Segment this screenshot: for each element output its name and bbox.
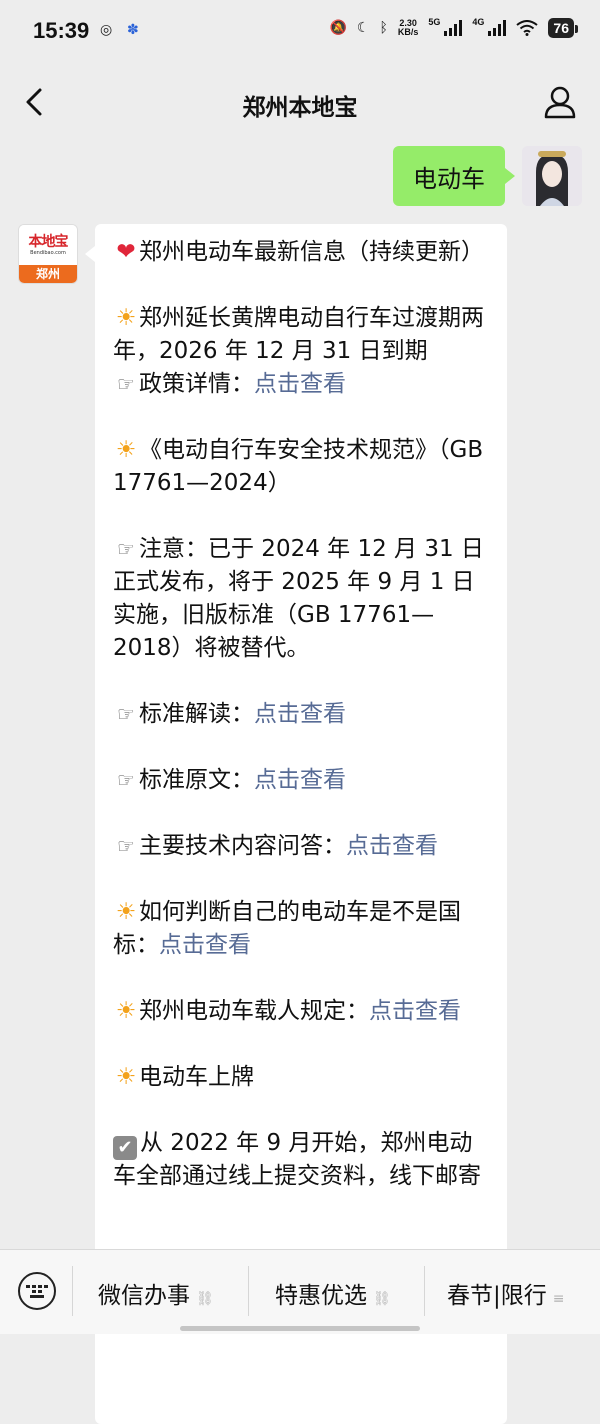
signal-icon-2 — [488, 20, 507, 36]
sun-icon: ☀ — [115, 998, 137, 1024]
status-time: 15:39 — [33, 18, 90, 43]
pointing-hand-icon: ☞ — [117, 537, 135, 561]
bluetooth-icon: ᛒ — [379, 20, 388, 36]
view-link[interactable]: 点击查看 — [159, 932, 251, 958]
bendibao-city: 郑州 — [19, 265, 77, 283]
profile-icon[interactable] — [542, 84, 578, 120]
pointing-hand-icon: ☞ — [117, 834, 135, 858]
bendibao-logo: 本地宝 — [28, 234, 69, 250]
wifi-icon — [516, 20, 539, 36]
network-speed: 2.30 KB/s — [397, 18, 419, 37]
message-para: ☀ 如何判断自己的电动车是不是国标：点击查看 — [113, 896, 493, 962]
pointing-hand-icon: ☞ — [117, 702, 135, 726]
network-gen-4g: 4G — [472, 17, 485, 27]
sun-icon: ☀ — [115, 437, 137, 463]
checkbox-icon: ✔ — [113, 1136, 137, 1160]
home-indicator[interactable] — [180, 1326, 420, 1331]
link-icon: ⛓ — [373, 1291, 391, 1307]
service-menu-bar: 微信办事 ⛓ 特惠优选 ⛓ 春节|限行 ≡ — [0, 1249, 600, 1334]
menu-divider — [248, 1266, 249, 1316]
message-para: ❤ 郑州电动车最新信息（持续更新） — [113, 236, 493, 269]
chat-title: 郑州本地宝 — [242, 95, 358, 121]
sun-icon: ☀ — [115, 899, 137, 925]
menu-item-traffic-restriction[interactable]: 春节|限行 ≡ — [447, 1276, 564, 1310]
view-link[interactable]: 点击查看 — [369, 998, 461, 1024]
message-para: ☀ 郑州电动车载人规定：点击查看 — [113, 995, 493, 1028]
menu-divider — [424, 1266, 425, 1316]
outgoing-message[interactable]: 电动车 — [393, 146, 515, 206]
message-para: ☞ 注意：已于 2024 年 12 月 31 日正式发布，将于 2025 年 9 … — [113, 533, 493, 665]
user-avatar-image — [522, 146, 582, 206]
message-para: ☀ 郑州延长黄牌电动自行车过渡期两年，2026 年 12 月 31 日到期 ☞ 政策详… — [113, 302, 493, 401]
heart-icon: ❤ — [116, 239, 136, 265]
view-link[interactable]: 点击查看 — [254, 371, 346, 397]
network-gen-5g: 5G — [428, 17, 441, 27]
message-para: ☞ 标准解读：点击查看 — [113, 698, 493, 731]
keyboard-icon[interactable] — [18, 1272, 56, 1310]
status-bar: 15:39 ◎ ✽ 🔕 ☾ ᛒ 2.30 KB/s 5G 4G 76 — [0, 0, 600, 64]
view-link[interactable]: 点击查看 — [254, 767, 346, 793]
sync-icon: ◎ — [100, 22, 113, 38]
view-link[interactable]: 点击查看 — [254, 701, 346, 727]
sun-icon: ☀ — [115, 1064, 137, 1090]
message-para: ☞ 标准原文：点击查看 — [113, 764, 493, 797]
user-avatar[interactable] — [522, 146, 582, 206]
menu-divider — [72, 1266, 73, 1316]
incoming-message: ❤ 郑州电动车最新信息（持续更新） ☀ 郑州延长黄牌电动自行车过渡期两年，2026 … — [85, 224, 507, 1424]
pointing-hand-icon: ☞ — [117, 768, 135, 792]
message-para: ☀ 电动车上牌 — [113, 1061, 493, 1094]
baidu-paw-icon: ✽ — [127, 22, 139, 38]
menu-item-deals[interactable]: 特惠优选 ⛓ — [275, 1276, 391, 1310]
bendibao-avatar[interactable]: 本地宝 Bendibao.com 郑州 — [18, 224, 78, 284]
signal-icon — [444, 20, 463, 36]
link-icon: ⛓ — [196, 1291, 214, 1307]
moon-icon: ☾ — [356, 20, 370, 36]
view-link[interactable]: 点击查看 — [346, 833, 438, 859]
chat-header: 郑州本地宝 — [0, 64, 600, 140]
message-para: ☞ 主要技术内容问答：点击查看 — [113, 830, 493, 863]
battery-indicator: 76 — [548, 18, 578, 38]
menu-item-wechat-services[interactable]: 微信办事 ⛓ — [98, 1276, 214, 1310]
submenu-icon: ≡ — [552, 1291, 565, 1307]
message-para: ☀ 《电动自行车安全技术规范》（GB 17761—2024） — [113, 434, 493, 500]
pointing-hand-icon: ☞ — [117, 372, 135, 396]
mute-bell-icon: 🔕 — [329, 20, 347, 36]
sun-icon: ☀ — [115, 305, 137, 331]
message-para: ✔ 从 2022 年 9 月开始，郑州电动车全部通过线上提交资料，线下邮寄 — [113, 1130, 481, 1189]
